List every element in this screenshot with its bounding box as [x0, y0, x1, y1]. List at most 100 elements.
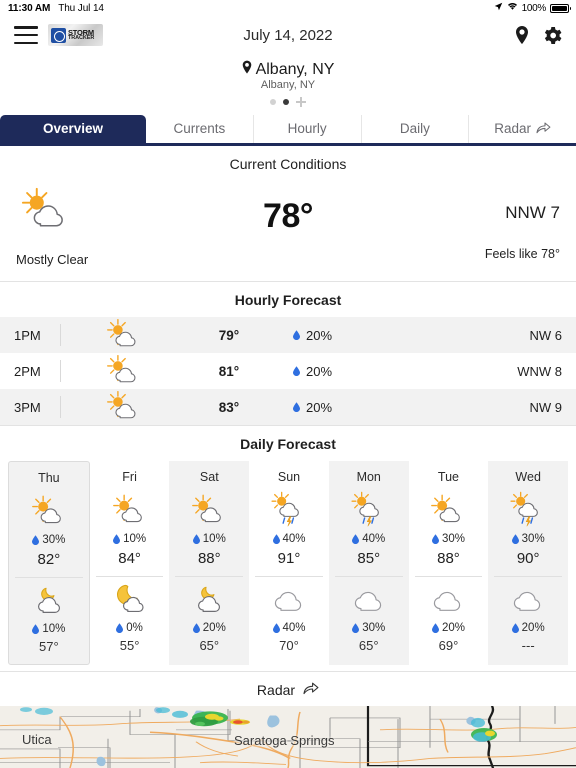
tab-radar[interactable]: Radar	[469, 115, 576, 143]
daily-low-temp: ---	[521, 638, 535, 653]
daily-day-name: Tue	[437, 470, 459, 484]
map-label-utica: Utica	[22, 732, 52, 747]
daily-night-precip: 10%	[9, 623, 89, 635]
daily-high-temp: 84°	[118, 550, 141, 567]
ios-status-bar: 11:30 AM Thu Jul 14 100%	[0, 0, 576, 16]
current-right: NNW 7 Feels like 78°	[410, 187, 560, 261]
daily-forecast-heading: Daily Forecast	[0, 426, 576, 461]
tab-hourly[interactable]: Hourly	[254, 115, 362, 143]
daily-column-fri[interactable]: Fri 10% 84° 0% 55°	[89, 461, 170, 665]
current-left: Mostly Clear	[16, 187, 166, 267]
water-drop-icon	[431, 534, 439, 544]
daily-column-tue[interactable]: Tue 30% 88° 20% 69°	[408, 461, 489, 665]
water-drop-icon	[511, 534, 519, 544]
hamburger-menu-icon[interactable]	[14, 26, 38, 44]
daily-low-temp: 65°	[199, 638, 220, 653]
daily-day-name: Fri	[122, 470, 137, 484]
water-drop-icon	[272, 623, 280, 633]
status-bar-right: 100%	[494, 2, 571, 14]
current-wind: NNW 7	[505, 203, 560, 222]
daily-night-precip: 20%	[169, 622, 249, 634]
daily-night-precip-value: 0%	[126, 622, 143, 634]
hourly-precip-value: 20%	[306, 363, 333, 379]
current-middle: 78°	[166, 187, 410, 236]
hourly-temp: 81°	[218, 363, 240, 379]
hourly-row[interactable]: 2PM 81° 20% WNW 8	[0, 353, 576, 389]
navigation-bar: STORM TRACKER July 14, 2022	[0, 16, 576, 54]
daily-column-wed[interactable]: Wed 30% 90° 20% ---	[488, 461, 569, 665]
storm-tracker-logo[interactable]: STORM TRACKER	[48, 24, 103, 46]
daily-high-temp: 90°	[516, 550, 540, 567]
daily-night-precip: 20%	[488, 622, 568, 634]
cloud-icon	[329, 577, 409, 621]
add-location-icon[interactable]	[296, 97, 306, 107]
location-subtitle: Albany, NY	[260, 79, 316, 91]
status-date: Thu Jul 14	[58, 2, 104, 14]
logo-wordmark: STORM TRACKER	[68, 28, 94, 42]
sun-thunderstorm-icon	[249, 488, 329, 532]
page-dot-1[interactable]	[270, 99, 276, 105]
water-drop-icon	[192, 623, 200, 633]
daily-column-sat[interactable]: Sat 10% 88° 20% 65°	[169, 461, 250, 665]
water-drop-icon	[116, 623, 124, 633]
water-drop-icon	[32, 624, 40, 634]
divider	[60, 324, 61, 346]
tab-overview[interactable]: Overview	[0, 115, 146, 143]
daily-day-precip: 30%	[409, 533, 489, 545]
gear-icon[interactable]	[543, 26, 562, 45]
radar-map[interactable]: Utica Saratoga Springs Schenectady 91	[0, 706, 576, 768]
radar-heading-row[interactable]: Radar	[0, 672, 576, 706]
weather-app: 11:30 AM Thu Jul 14 100% STORM TRACKER J…	[0, 0, 576, 768]
daily-column-mon[interactable]: Mon 40% 85° 30% 65°	[328, 461, 409, 665]
current-conditions-heading: Current Conditions	[0, 146, 576, 181]
tab-hourly-label: Hourly	[287, 121, 327, 136]
hourly-row[interactable]: 3PM 83° 20% NW 9	[0, 389, 576, 425]
daily-day-precip-value: 30%	[441, 533, 465, 545]
daily-low-temp: 70°	[279, 638, 299, 653]
daily-day-name: Sat	[199, 470, 219, 484]
tab-daily[interactable]: Daily	[362, 115, 470, 143]
sun-behind-cloud-icon	[9, 489, 89, 533]
map-pin-icon[interactable]	[515, 26, 529, 44]
tab-radar-label: Radar	[494, 121, 532, 136]
hourly-precip: 20%	[275, 364, 476, 379]
daily-low-temp: 69°	[438, 638, 459, 653]
status-bar-left: 11:30 AM Thu Jul 14	[8, 3, 104, 14]
water-drop-icon	[511, 623, 519, 633]
daily-high-temp: 88°	[197, 550, 221, 567]
hourly-time: 1PM	[14, 327, 41, 343]
daily-night-precip: 0%	[90, 622, 170, 634]
daily-night-precip: 20%	[409, 622, 489, 634]
daily-high-temp: 88°	[437, 550, 460, 567]
battery-full-icon	[550, 3, 571, 13]
daily-day-precip: 40%	[329, 533, 409, 545]
map-pin-icon	[242, 60, 252, 79]
share-arrow-icon	[303, 681, 319, 698]
hourly-wind: NW 6	[529, 327, 563, 343]
nav-actions	[515, 26, 562, 45]
status-time: 11:30 AM	[8, 2, 51, 14]
daily-low-temp: 65°	[358, 638, 379, 653]
current-feels-like: Feels like 78°	[484, 247, 560, 261]
daily-night-precip-value: 30%	[362, 622, 386, 634]
daily-day-precip: 10%	[90, 533, 170, 545]
battery-percent: 100%	[521, 2, 547, 14]
page-dot-2-active[interactable]	[283, 99, 289, 105]
hourly-wind: WNW 8	[517, 363, 562, 379]
daily-high-temp: 85°	[357, 550, 381, 567]
sun-thunderstorm-icon	[329, 488, 409, 532]
daily-night-precip-value: 20%	[441, 622, 465, 634]
tab-daily-label: Daily	[399, 121, 430, 136]
water-drop-icon	[272, 534, 280, 544]
sun-thunderstorm-icon	[488, 488, 568, 532]
daily-day-name: Thu	[38, 471, 60, 485]
daily-column-sun[interactable]: Sun 40% 91° 40% 70°	[249, 461, 329, 665]
hourly-row[interactable]: 1PM 79° 20% NW 6	[0, 317, 576, 353]
map-label-saratoga-springs: Saratoga Springs	[234, 733, 335, 748]
daily-column-thu[interactable]: Thu 30% 82° 10% 57°	[8, 461, 90, 665]
tab-bar: Overview Currents Hourly Daily Radar	[0, 115, 576, 146]
current-condition-text: Mostly Clear	[16, 252, 89, 267]
location-name: Albany, NY	[255, 60, 335, 78]
location-name-row[interactable]: Albany, NY	[0, 60, 576, 79]
tab-currents[interactable]: Currents	[146, 115, 254, 143]
